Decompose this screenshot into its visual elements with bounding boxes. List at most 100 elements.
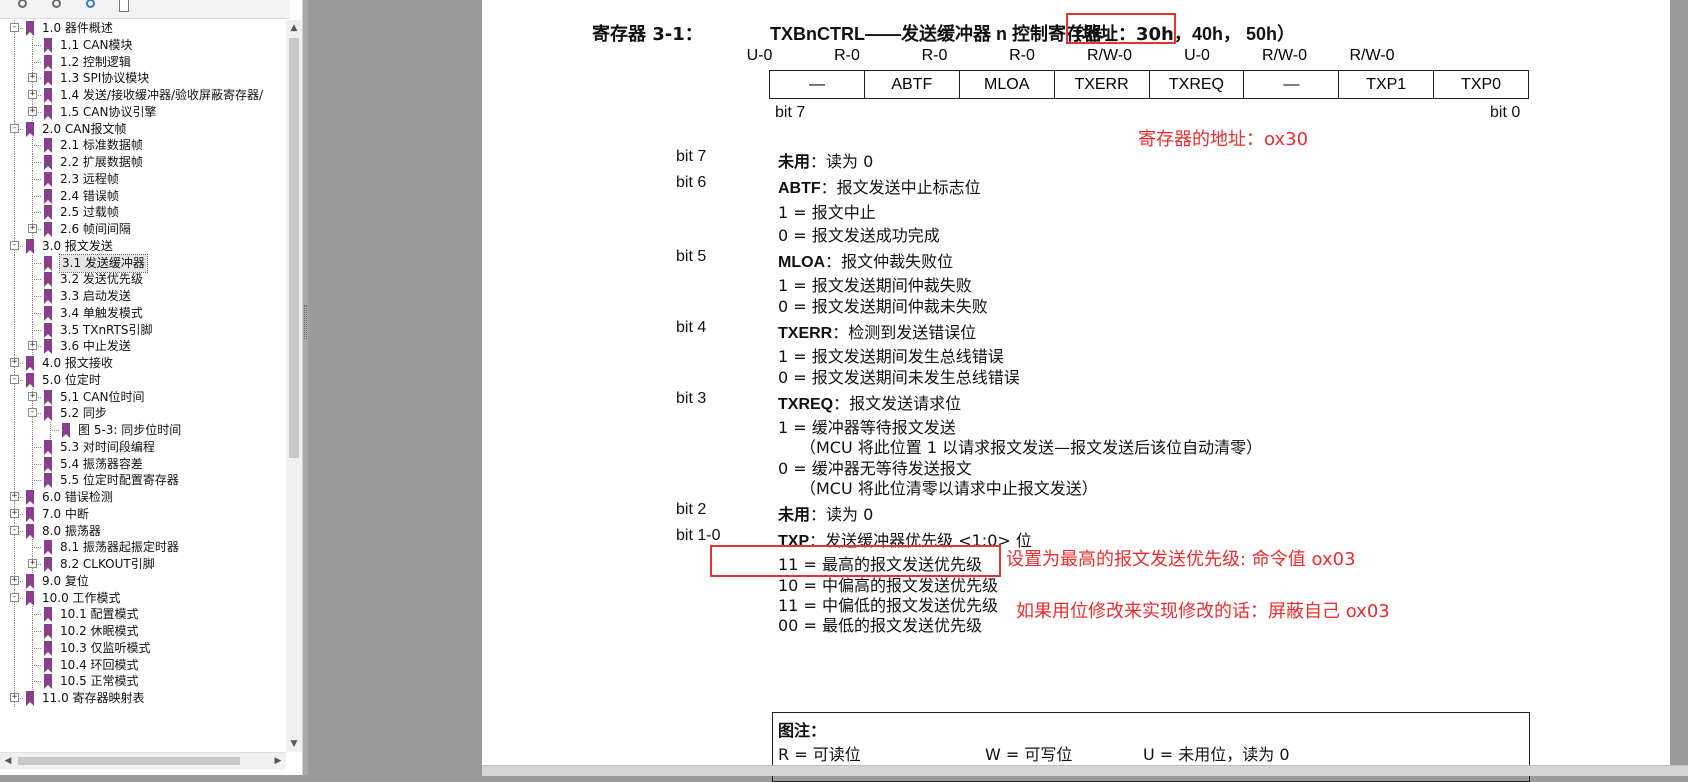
- bit6-label: bit 6: [676, 174, 707, 191]
- bookmark-item[interactable]: 8.1 振荡器起振定时器: [0, 539, 286, 557]
- bookmark-item[interactable]: 2.3 远程帧: [0, 170, 286, 188]
- bit1-0-label: bit 1-0: [676, 527, 721, 544]
- page-icon[interactable]: [116, 0, 132, 13]
- bit2-desc: ：读为 0: [810, 505, 874, 524]
- bookmark-item[interactable]: +6.0 错误检测: [0, 489, 286, 506]
- expand-icon[interactable]: +: [28, 73, 37, 83]
- bookmark-item[interactable]: - 1.0 器件概述: [0, 20, 286, 37]
- expand-icon[interactable]: +: [28, 106, 37, 116]
- bookmark-icon: [44, 624, 52, 639]
- bookmark-item[interactable]: 5.3 对时间段编程: [0, 438, 286, 456]
- expand-icon[interactable]: +: [28, 90, 37, 99]
- bookmark-label: 5.4 振荡器容差: [60, 456, 143, 471]
- bit3-description: TXREQ：报文发送请求位: [778, 390, 961, 414]
- bookmark-item[interactable]: 2.2 扩展数据帧: [0, 154, 286, 171]
- collapse-icon[interactable]: -: [10, 123, 19, 133]
- bookmark-icon: [26, 21, 34, 36]
- bookmark-label: 2.4 错误帧: [60, 188, 119, 203]
- splitter-grip-icon[interactable]: [304, 305, 307, 339]
- bookmark-item[interactable]: +1.3 SPI协议模块: [0, 70, 286, 88]
- bookmark-item[interactable]: - 5.2 同步: [0, 405, 286, 423]
- bookmark-item[interactable]: 2.4 错误帧: [0, 187, 286, 205]
- expand-icon[interactable]: +: [28, 341, 37, 351]
- zoom-tool-icon[interactable]: [16, 0, 32, 13]
- bookmark-label: 1.4 发送/接收缓冲器/验收屏蔽寄存器/: [60, 88, 264, 102]
- bookmark-item[interactable]: 3.2 发送优先级: [0, 271, 286, 289]
- tree-guide-line: [14, 338, 15, 356]
- expand-icon[interactable]: +: [10, 358, 19, 367]
- expand-icon[interactable]: +: [10, 492, 19, 501]
- pane-splitter[interactable]: [303, 0, 308, 775]
- bookmark-icon: [44, 155, 52, 170]
- bookmark-item[interactable]: +4.0 报文接收: [0, 355, 286, 372]
- bit6-description: ABTF：报文发送中止标志位: [778, 174, 981, 198]
- bookmark-item[interactable]: 1.1 CAN模块: [0, 36, 286, 54]
- scroll-right-icon[interactable]: ▶: [270, 753, 286, 769]
- bookmark-item[interactable]: 5.5 位定时配置寄存器: [0, 472, 286, 490]
- bookmark-item[interactable]: 10.3 仅监听模式: [0, 639, 286, 657]
- expand-icon[interactable]: +: [28, 391, 37, 401]
- bookmark-item[interactable]: - 5.0 位定时: [0, 371, 286, 389]
- bookmark-item[interactable]: 3.3 启动发送: [0, 288, 286, 305]
- bookmark-item[interactable]: 1.2 控制逻辑: [0, 53, 286, 71]
- bookmark-item[interactable]: +11.0 寄存器映射表: [0, 690, 286, 707]
- bookmark-item[interactable]: 3.4 单触发模式: [0, 304, 286, 322]
- bookmark-item[interactable]: 2.5 过载帧: [0, 204, 286, 222]
- bookmark-item[interactable]: 5.4 振荡器容差: [0, 455, 286, 473]
- bookmark-item[interactable]: +5.1 CAN位时间: [0, 388, 286, 406]
- bookmark-item[interactable]: +1.4 发送/接收缓冲器/验收屏蔽寄存器/: [0, 87, 286, 104]
- expand-icon[interactable]: +: [28, 224, 37, 233]
- bookmark-label: 2.1 标准数据帧: [60, 138, 143, 153]
- bookmark-item[interactable]: - 10.0 工作模式: [0, 589, 286, 607]
- bookmark-item[interactable]: 图 5-3: 同步位时间: [0, 422, 286, 439]
- bit-access-label: R/W-0: [1086, 47, 1133, 64]
- bit-field-cell: TXREQ: [1150, 71, 1245, 98]
- bookmark-label: 10.2 休眠模式: [60, 624, 139, 638]
- collapse-icon[interactable]: -: [10, 374, 19, 384]
- expand-icon[interactable]: +: [28, 559, 37, 568]
- bookmarks-toolbar: [0, 0, 290, 19]
- tree-guide-line: [14, 606, 15, 624]
- bookmark-item[interactable]: 3.1 发送缓冲器: [0, 253, 286, 273]
- scroll-left-icon[interactable]: ◀: [0, 753, 16, 769]
- hscroll-thumb[interactable]: [18, 757, 240, 765]
- bit-field-cell: TXP0: [1461, 76, 1502, 93]
- bookmark-item[interactable]: +3.6 中止发送: [0, 338, 286, 356]
- zoom-out-icon[interactable]: [50, 0, 66, 13]
- scroll-down-icon[interactable]: ▼: [286, 736, 302, 752]
- bookmark-item[interactable]: +1.5 CAN协议引擎: [0, 103, 286, 121]
- bookmark-item[interactable]: 10.2 休眠模式: [0, 623, 286, 640]
- bookmark-item[interactable]: +9.0 复位: [0, 572, 286, 590]
- bookmark-icon: [26, 356, 34, 371]
- collapse-icon[interactable]: -: [28, 408, 37, 418]
- bookmark-item[interactable]: - 3.0 报文发送: [0, 237, 286, 255]
- bookmark-item[interactable]: 10.5 正常模式: [0, 673, 286, 691]
- tree-guide-line: [50, 430, 59, 431]
- tree-guide-line: [32, 279, 41, 281]
- bit4-desc: ：检测到发送错误位: [832, 323, 977, 342]
- tree-guide-line: [14, 187, 15, 205]
- bookmark-item[interactable]: +8.2 CLKOUT引脚: [0, 556, 286, 573]
- bookmark-item[interactable]: - 8.0 振荡器: [0, 522, 286, 540]
- expand-icon[interactable]: +: [10, 508, 19, 518]
- bookmark-item[interactable]: - 2.0 CAN报文帧: [0, 120, 286, 138]
- collapse-icon[interactable]: -: [10, 525, 19, 535]
- bookmark-item[interactable]: 3.5 TXnRTS引脚: [0, 321, 286, 339]
- collapse-icon[interactable]: -: [10, 240, 19, 250]
- tree-vertical-scrollbar[interactable]: ▲ ▼: [286, 20, 302, 752]
- expand-icon[interactable]: +: [10, 693, 19, 702]
- bookmark-item[interactable]: +2.6 帧间间隔: [0, 221, 286, 238]
- tree-guide-line: [32, 212, 41, 214]
- find-icon[interactable]: [84, 0, 100, 13]
- tree-horizontal-scrollbar[interactable]: ◀ ▶: [0, 752, 286, 769]
- scroll-thumb[interactable]: [289, 38, 299, 458]
- bookmark-item[interactable]: 10.4 环回模式: [0, 656, 286, 674]
- collapse-icon[interactable]: -: [10, 23, 19, 32]
- bookmark-item[interactable]: +7.0 中断: [0, 505, 286, 523]
- tree-guide-line: [14, 673, 15, 691]
- bookmark-item[interactable]: 2.1 标准数据帧: [0, 137, 286, 155]
- scroll-up-icon[interactable]: ▲: [286, 20, 302, 36]
- expand-icon[interactable]: +: [10, 575, 19, 585]
- bookmark-item[interactable]: 10.1 配置模式: [0, 606, 286, 624]
- collapse-icon[interactable]: -: [10, 592, 19, 602]
